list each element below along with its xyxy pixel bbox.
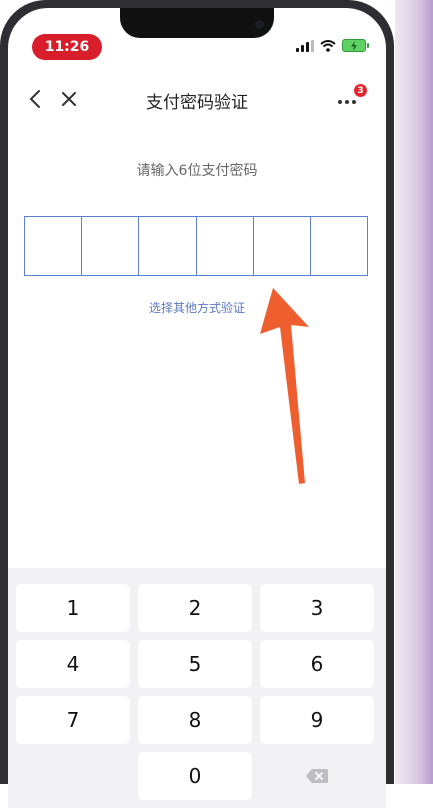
more-dots-icon: [338, 100, 356, 104]
key-5[interactable]: 5: [138, 640, 252, 688]
background-stripe: [395, 0, 433, 784]
password-input[interactable]: [24, 216, 368, 276]
cellular-signal-icon: [296, 39, 314, 52]
key-4[interactable]: 4: [16, 640, 130, 688]
key-0[interactable]: 0: [138, 752, 252, 800]
key-7[interactable]: 7: [16, 696, 130, 744]
password-digit-box: [197, 217, 254, 275]
status-icons: [296, 39, 369, 52]
other-verification-link[interactable]: 选择其他方式验证: [8, 299, 386, 316]
front-camera: [255, 20, 264, 29]
password-digit-box: [139, 217, 197, 275]
wifi-icon: [320, 39, 336, 52]
key-8[interactable]: 8: [138, 696, 252, 744]
key-2[interactable]: 2: [138, 584, 252, 632]
battery-charging-icon: [342, 39, 369, 52]
backspace-icon: [306, 769, 328, 783]
notification-badge: 3: [354, 84, 367, 97]
key-1[interactable]: 1: [16, 584, 130, 632]
status-time: 11:26: [32, 34, 102, 60]
key-6[interactable]: 6: [260, 640, 374, 688]
password-digit-box: [82, 217, 140, 275]
nav-header: 支付密码验证 3: [8, 80, 386, 120]
key-9[interactable]: 9: [260, 696, 374, 744]
phone-frame: 11:26 支付密码验证 3 请输入6位支付密码 选择其他方式验证 1 2 3 …: [0, 0, 394, 808]
password-digit-box: [25, 217, 83, 275]
delete-key[interactable]: [260, 752, 374, 800]
annotation-arrow-icon: [260, 288, 309, 484]
password-digit-box: [254, 217, 311, 275]
password-prompt: 请输入6位支付密码: [136, 163, 258, 179]
numeric-keypad: 1 2 3 4 5 6 7 8 9 0: [8, 568, 386, 808]
key-3[interactable]: 3: [260, 584, 374, 632]
page-title: 支付密码验证: [146, 93, 248, 113]
notch: [120, 8, 274, 38]
more-button[interactable]: 3: [338, 84, 367, 112]
phone-screen: 11:26 支付密码验证 3 请输入6位支付密码 选择其他方式验证 1 2 3 …: [8, 8, 386, 808]
password-digit-box: [311, 217, 367, 275]
